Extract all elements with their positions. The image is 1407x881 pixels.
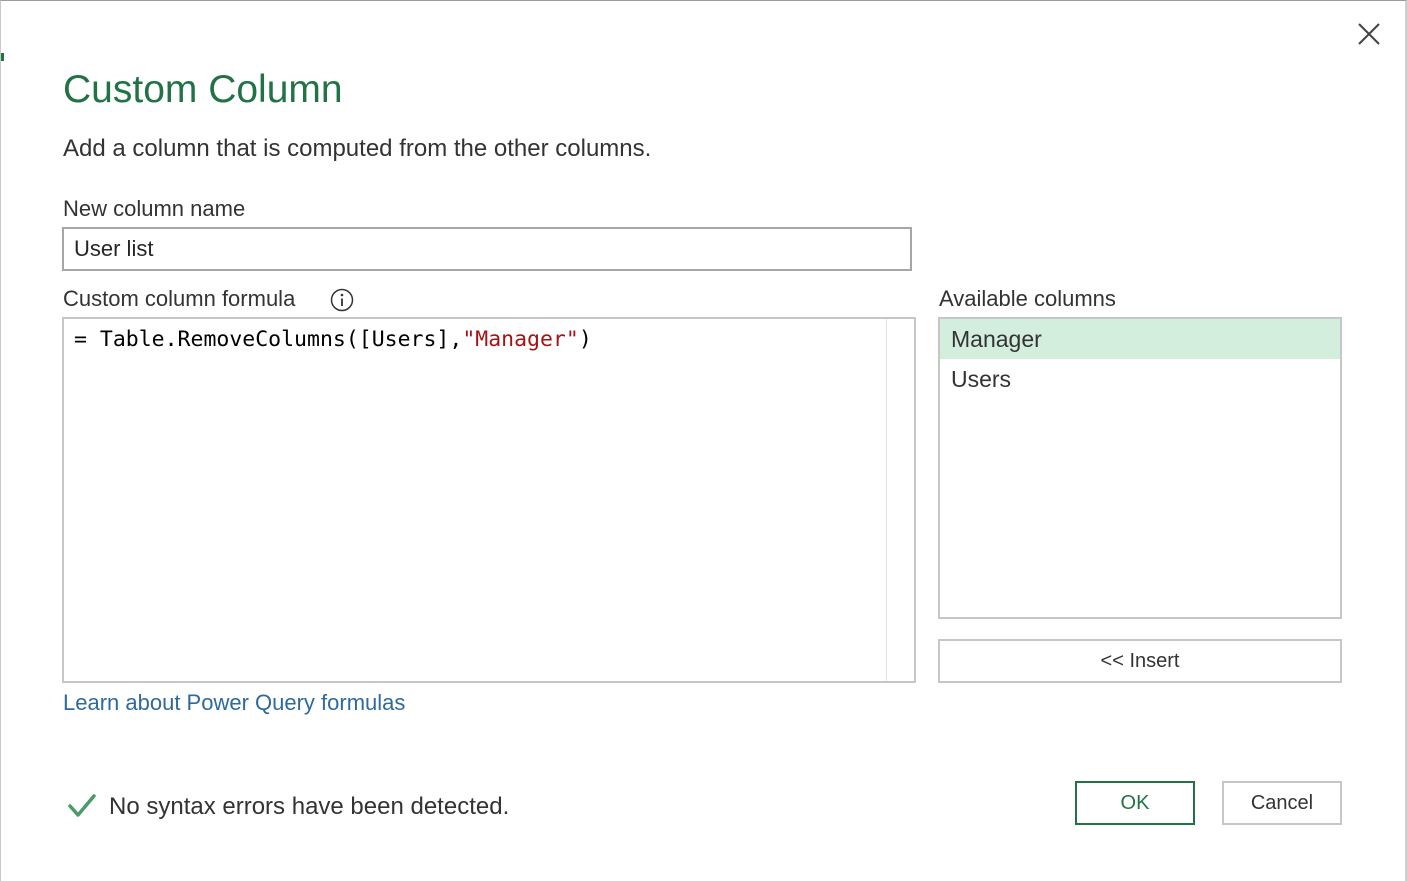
close-button[interactable]: [1352, 17, 1386, 51]
formula-string-literal: "Manager": [462, 327, 579, 352]
available-columns-list[interactable]: Manager Users: [938, 317, 1342, 619]
window-edge-accent: [1, 53, 4, 61]
new-column-name-label: New column name: [63, 196, 246, 221]
formula-code: = Table.RemoveColumns([Users],: [74, 327, 463, 352]
close-icon: [1358, 23, 1380, 45]
checkmark-icon: [68, 794, 96, 817]
syntax-status-text: No syntax errors have been detected.: [109, 793, 510, 820]
custom-column-formula-label: Custom column formula: [63, 286, 296, 311]
available-columns-label: Available columns: [939, 286, 1116, 311]
formula-editor[interactable]: = Table.RemoveColumns([Users],"Manager"): [62, 317, 916, 683]
ok-button[interactable]: OK: [1075, 781, 1195, 825]
formula-closing-paren: ): [578, 327, 592, 352]
formula-text[interactable]: = Table.RemoveColumns([Users],"Manager"): [74, 325, 592, 355]
custom-column-dialog: Custom Column Add a column that is compu…: [0, 0, 1407, 881]
list-item-manager[interactable]: Manager: [940, 319, 1340, 359]
learn-power-query-link[interactable]: Learn about Power Query formulas: [63, 689, 405, 717]
formula-scrollbar[interactable]: [886, 319, 914, 681]
insert-button[interactable]: << Insert: [938, 639, 1342, 683]
list-item-users[interactable]: Users: [940, 359, 1340, 399]
cancel-button[interactable]: Cancel: [1222, 781, 1342, 825]
info-icon[interactable]: [330, 288, 354, 312]
dialog-title: Custom Column: [63, 68, 343, 111]
new-column-name-input[interactable]: [62, 227, 912, 271]
dialog-subtitle: Add a column that is computed from the o…: [63, 135, 652, 162]
